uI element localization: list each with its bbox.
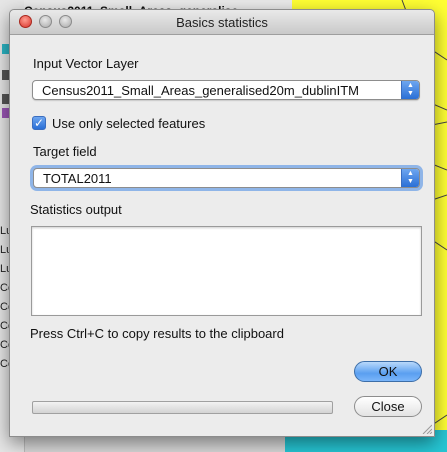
updown-arrow-icon: ▲ ▼	[401, 81, 419, 99]
statistics-output-area[interactable]	[31, 226, 422, 316]
use-selected-label: Use only selected features	[52, 116, 206, 131]
close-button[interactable]: Close	[354, 396, 422, 417]
target-field-label: Target field	[33, 144, 97, 159]
input-layer-select[interactable]: Census2011_Small_Areas_generalised20m_du…	[32, 80, 420, 100]
title-bar[interactable]: Basics statistics	[10, 10, 434, 35]
input-layer-label: Input Vector Layer	[33, 56, 139, 71]
statistics-output-label: Statistics output	[30, 202, 122, 217]
basics-statistics-dialog: Basics statistics Input Vector Layer Cen…	[9, 9, 435, 437]
updown-arrow-icon: ▲ ▼	[401, 169, 419, 187]
target-field-value: TOTAL2011	[43, 171, 112, 186]
target-field-select[interactable]: TOTAL2011 ▲ ▼	[33, 168, 420, 188]
use-selected-checkbox[interactable]: ✓	[32, 116, 46, 130]
resize-grip-icon[interactable]	[422, 424, 432, 434]
clipboard-hint: Press Ctrl+C to copy results to the clip…	[30, 326, 284, 341]
dialog-title: Basics statistics	[176, 15, 268, 30]
input-layer-value: Census2011_Small_Areas_generalised20m_du…	[42, 83, 360, 98]
progress-bar	[32, 401, 333, 414]
ok-button[interactable]: OK	[354, 361, 422, 382]
